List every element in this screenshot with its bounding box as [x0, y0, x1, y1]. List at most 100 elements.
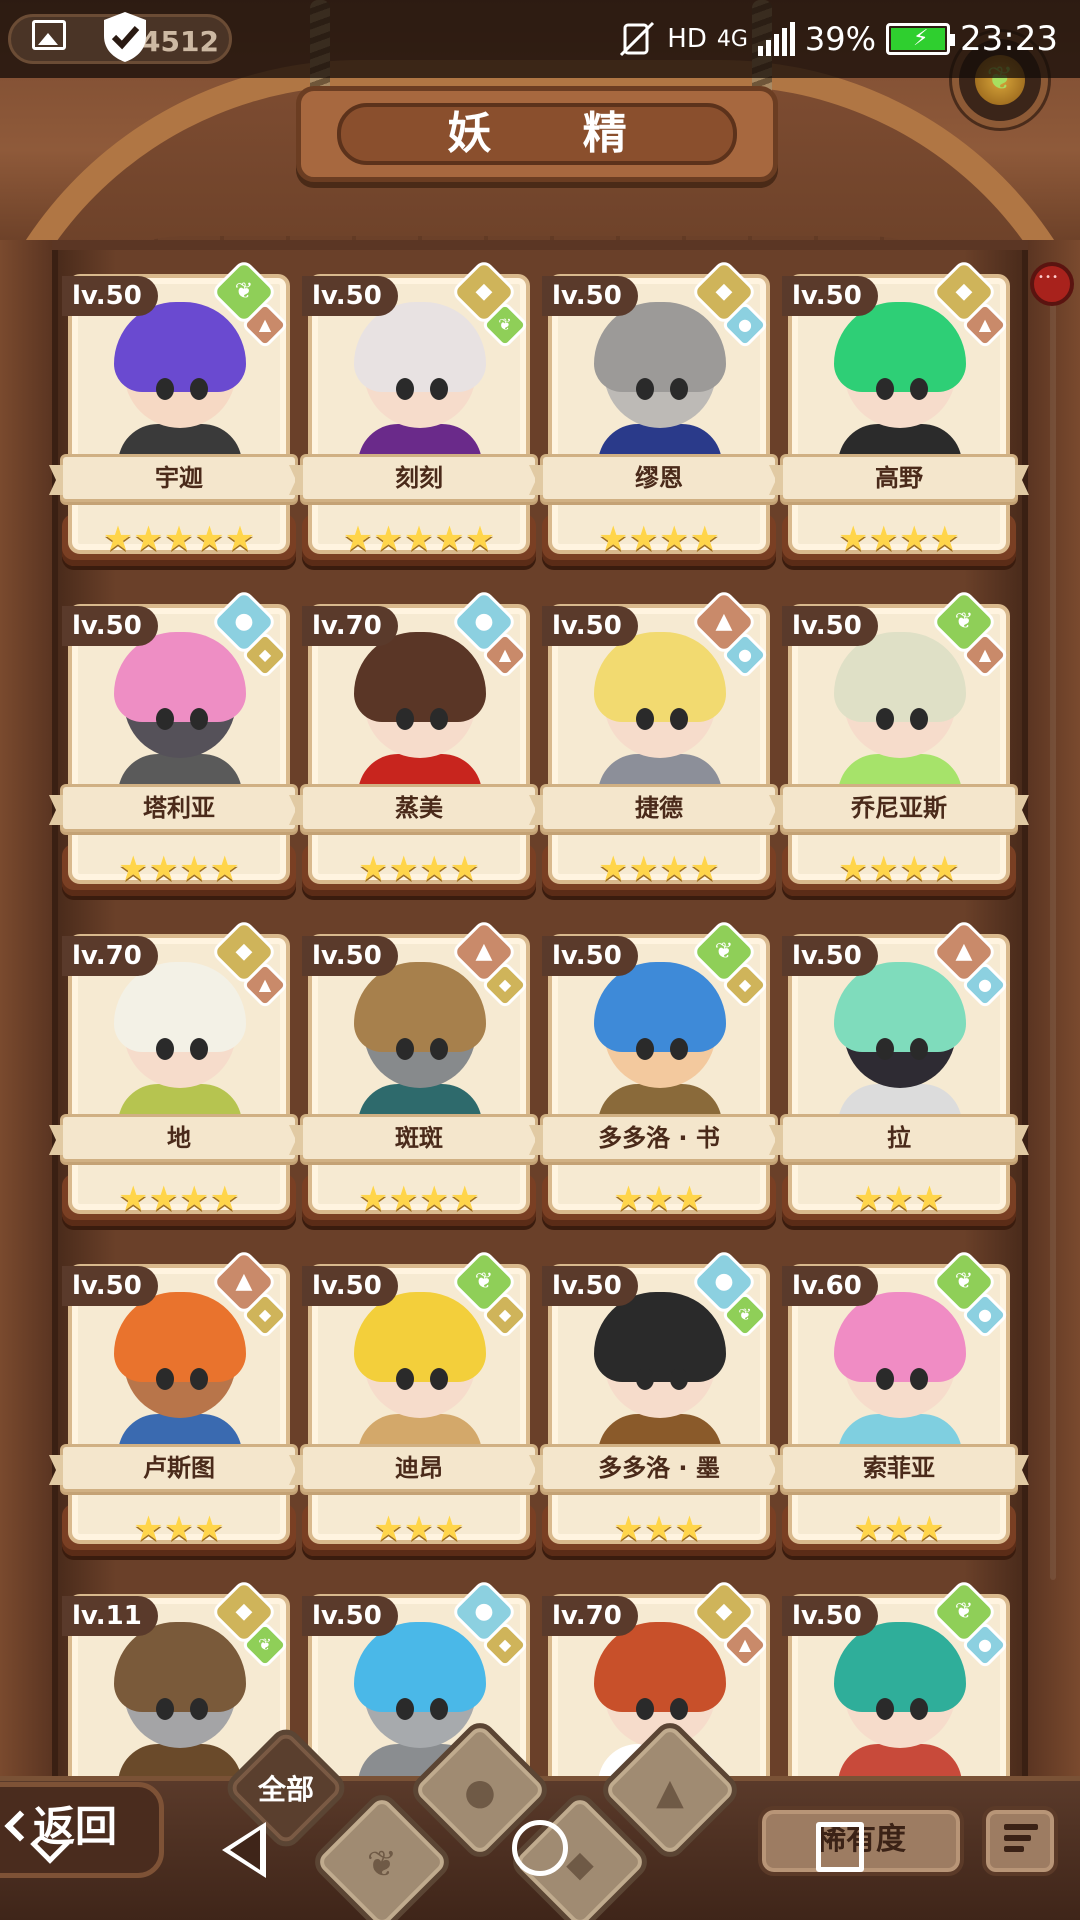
portrait-eye: [876, 1038, 894, 1060]
level-tag: lv.70: [62, 936, 158, 976]
page-title: 妖 精: [337, 103, 737, 165]
portrait-eye: [670, 378, 688, 400]
battery-percent: 39%: [804, 20, 877, 58]
portrait-eye: [876, 708, 894, 730]
level-tag: lv.50: [542, 276, 638, 316]
network-type: 4G: [716, 26, 748, 52]
star-rating: ★★★: [613, 1179, 705, 1219]
level-tag: lv.50: [302, 1596, 398, 1636]
fairy-card[interactable]: lv.50 ❦ ◆ 多多洛 · 书 ★★★: [540, 918, 778, 1228]
portrait-eye: [670, 1038, 688, 1060]
level-tag: lv.50: [782, 1596, 878, 1636]
portrait-eye: [636, 1038, 654, 1060]
portrait-eye: [156, 378, 174, 400]
earth-icon: ◆: [498, 1635, 512, 1654]
back-arrow-icon: [4, 1810, 36, 1842]
star-rating: ★★★★★: [102, 519, 256, 559]
fairy-name: 索菲亚: [780, 1444, 1018, 1492]
fairy-card[interactable]: lv.50 ❦ ◆ 迪昂 ★★★: [300, 1248, 538, 1558]
earth-icon: ◆: [738, 975, 752, 994]
mute-icon: [620, 21, 655, 57]
level-tag: lv.50: [302, 276, 398, 316]
level-tag: lv.50: [62, 276, 158, 316]
fairy-card[interactable]: lv.50 ❦ ▲ 宇迦 ★★★★★: [60, 258, 298, 568]
fairy-name: 蒸美: [300, 784, 538, 832]
portrait-eye: [910, 1038, 928, 1060]
signal-icon: [757, 22, 795, 56]
fairy-card[interactable]: lv.50 ▲ ◆ 斑斑 ★★★★: [300, 918, 538, 1228]
fairy-name: 卢斯图: [60, 1444, 298, 1492]
star-rating: ★★★★: [838, 519, 960, 559]
portrait-eye: [430, 708, 448, 730]
coin-value: 4512: [141, 25, 219, 58]
star-rating: ★★★: [853, 1179, 945, 1219]
level-tag: lv.50: [782, 936, 878, 976]
fairy-card[interactable]: lv.50 ◆ ❦ 刻刻 ★★★★★: [300, 258, 538, 568]
sprout-icon: ❦: [366, 1844, 398, 1885]
earth-icon: ◆: [258, 1305, 272, 1324]
portrait-eye: [396, 1698, 414, 1720]
star-rating: ★★★: [853, 1509, 945, 1549]
sort-order-button[interactable]: [982, 1806, 1058, 1876]
nav-back-icon[interactable]: [222, 1822, 266, 1878]
nav-home-icon[interactable]: [512, 1820, 568, 1876]
star-rating: ★★★★★: [342, 519, 496, 559]
fairy-name: 捷德: [540, 784, 778, 832]
fairy-name: 多多洛 · 墨: [540, 1444, 778, 1492]
back-button[interactable]: 返回: [0, 1782, 164, 1878]
ladybug-scroll-thumb[interactable]: [1030, 262, 1074, 306]
status-bar: 4512 HD 4G 39% ⚡ 23:23: [0, 0, 1080, 78]
fairy-card[interactable]: lv.50 ❦ ▲ 乔尼亚斯 ★★★★: [780, 588, 1018, 898]
title-plaque: 妖 精: [296, 86, 778, 182]
fire-icon: ▲: [258, 315, 272, 334]
earth-icon: ◆: [498, 1305, 512, 1324]
fairy-name: 乔尼亚斯: [780, 784, 1018, 832]
battery-icon: ⚡: [886, 23, 956, 55]
fairy-name: 斑斑: [300, 1114, 538, 1162]
fairy-card[interactable]: lv.50 ◆ ▲ 高野 ★★★★: [780, 258, 1018, 568]
fairy-card[interactable]: lv.50 ▲ ● 拉 ★★★: [780, 918, 1018, 1228]
portrait-eye: [430, 1038, 448, 1060]
fairy-name: 缪恩: [540, 454, 778, 502]
fairy-card[interactable]: lv.50 ● ◆ 塔利亚 ★★★★: [60, 588, 298, 898]
level-tag: lv.11: [62, 1596, 158, 1636]
water-icon: ●: [978, 1635, 992, 1654]
portrait-eye: [636, 378, 654, 400]
fairy-card[interactable]: lv.50 ▲ ● 捷德 ★★★★: [540, 588, 778, 898]
level-tag: lv.50: [542, 606, 638, 646]
nav-recent-icon[interactable]: [816, 1822, 864, 1872]
sort-order-icon: [1004, 1824, 1038, 1857]
level-tag: lv.50: [782, 606, 878, 646]
water-icon: ●: [738, 645, 752, 664]
water-icon: ●: [978, 1305, 992, 1324]
fairy-card[interactable]: lv.50 ◆ ● 缪恩 ★★★★: [540, 258, 778, 568]
fire-icon: ▲: [978, 315, 992, 334]
clock-time: 23:23: [960, 19, 1058, 59]
star-rating: ★★★: [373, 1509, 465, 1549]
scrollbar[interactable]: [1050, 300, 1056, 1580]
portrait-eye: [910, 1368, 928, 1390]
water-icon: ●: [978, 975, 992, 994]
portrait-eye: [670, 1698, 688, 1720]
portrait-eye: [156, 1698, 174, 1720]
portrait-eye: [876, 1698, 894, 1720]
portrait-eye: [636, 1368, 654, 1390]
fire-icon: ▲: [978, 645, 992, 664]
star-rating: ★★★★: [358, 849, 480, 889]
fairy-card[interactable]: lv.70 ● ▲ 蒸美 ★★★★: [300, 588, 538, 898]
level-tag: lv.50: [542, 936, 638, 976]
star-rating: ★★★★: [358, 1179, 480, 1219]
fairy-name: 拉: [780, 1114, 1018, 1162]
fairy-card[interactable]: lv.50 ● ❦ 多多洛 · 墨 ★★★: [540, 1248, 778, 1558]
fairy-card[interactable]: lv.70 ◆ ▲ 地 ★★★★: [60, 918, 298, 1228]
star-rating: ★★★★: [838, 849, 960, 889]
star-rating: ★★★: [133, 1509, 225, 1549]
level-tag: lv.70: [302, 606, 398, 646]
fairy-card[interactable]: lv.60 ❦ ● 索菲亚 ★★★: [780, 1248, 1018, 1558]
shield-check-icon: [104, 12, 146, 62]
nature-icon: ❦: [498, 315, 512, 334]
fairy-card[interactable]: lv.50 ▲ ◆ 卢斯图 ★★★: [60, 1248, 298, 1558]
star-rating: ★★★★: [598, 849, 720, 889]
nature-icon: ❦: [258, 1635, 272, 1654]
mountain-icon: ▲: [656, 1772, 684, 1813]
